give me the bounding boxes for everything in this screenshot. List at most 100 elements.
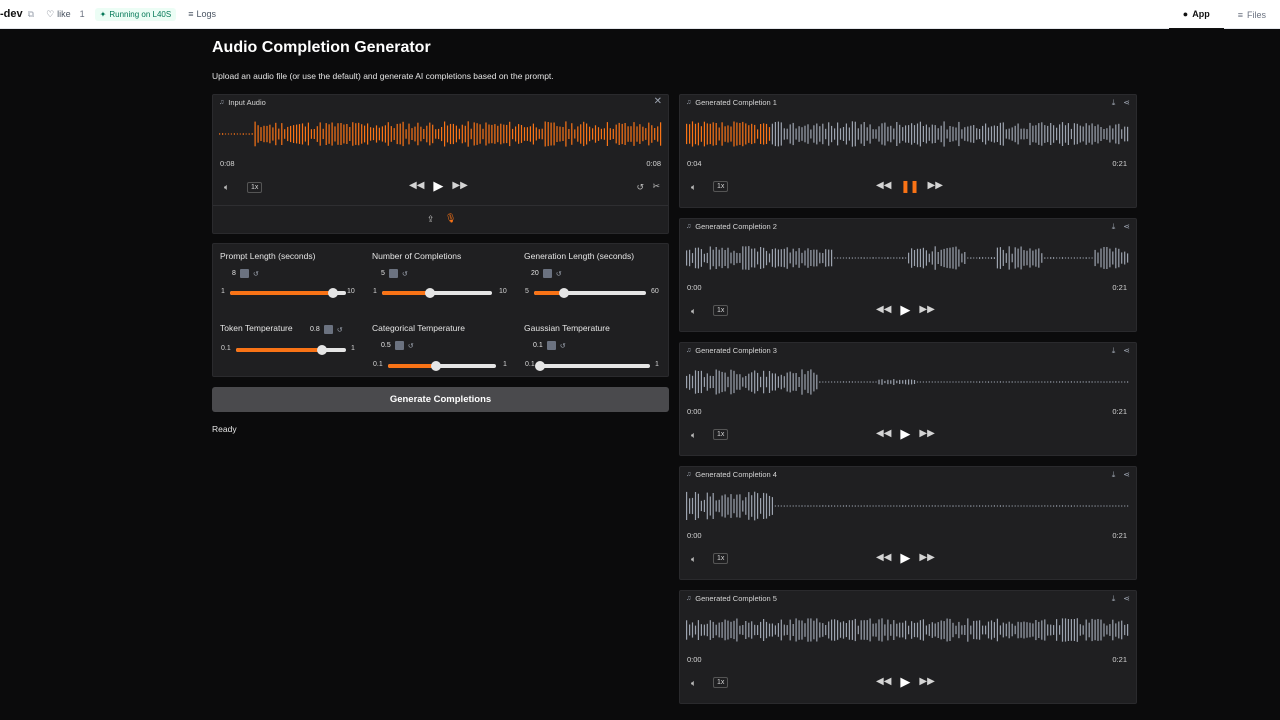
volume-icon[interactable]: 🔈︎ <box>691 430 696 441</box>
wave-bar <box>943 381 945 383</box>
share-icon[interactable]: ⋖ <box>1123 470 1130 480</box>
close-icon[interactable]: ✕ <box>654 96 662 107</box>
download-icon[interactable]: ⤓ <box>1112 594 1116 604</box>
logs-link[interactable]: ≡ Logs <box>188 9 216 19</box>
like-button[interactable]: ♡ like <box>46 9 71 20</box>
stepper-icon[interactable] <box>323 325 333 334</box>
repo-name[interactable]: -dev <box>0 8 23 20</box>
play-icon[interactable]: ▶ <box>900 303 910 316</box>
stepper-icon[interactable] <box>546 341 556 350</box>
stepper-icon[interactable] <box>239 269 249 278</box>
fast-forward-icon[interactable]: ▶▶ <box>919 677 934 687</box>
volume-icon[interactable]: 🔈︎ <box>691 554 696 565</box>
slider-number-input[interactable]: 0.1 ↺ <box>533 341 566 350</box>
slider-thumb[interactable] <box>316 345 327 355</box>
slider-value[interactable]: 0.1 <box>533 342 543 349</box>
slider-track[interactable] <box>236 345 346 355</box>
download-icon[interactable]: ⤓ <box>1112 470 1116 480</box>
slider-number-input[interactable]: 20 ↺ <box>531 269 562 278</box>
stepper-icon[interactable] <box>388 269 398 278</box>
upload-icon[interactable]: ⇪ <box>427 214 435 225</box>
reset-icon[interactable]: ↺ <box>408 342 414 350</box>
reset-icon[interactable]: ↺ <box>556 270 562 278</box>
fast-forward-icon[interactable]: ▶▶ <box>919 429 934 439</box>
wave-bar <box>854 121 856 147</box>
share-icon[interactable]: ⋖ <box>1123 98 1130 108</box>
slider-value[interactable]: 20 <box>531 270 539 277</box>
completion-speed-button[interactable]: 1x <box>713 305 729 316</box>
share-icon[interactable]: ⋖ <box>1123 594 1130 604</box>
reset-icon[interactable]: ↺ <box>337 326 343 334</box>
app-icon: ● <box>1182 9 1189 19</box>
rewind-icon[interactable]: ◀◀ <box>409 181 424 191</box>
share-icon[interactable]: ⋖ <box>1123 346 1130 356</box>
rewind-icon[interactable]: ◀◀ <box>876 677 891 687</box>
tab-app[interactable]: ● App <box>1168 0 1224 29</box>
volume-icon[interactable]: 🔈︎ <box>691 182 696 193</box>
completion-waveform[interactable] <box>686 613 1130 647</box>
volume-icon[interactable]: 🔈︎ <box>691 678 696 689</box>
microphone-icon[interactable]: 🎙︎ <box>445 213 456 224</box>
download-icon[interactable]: ⤓ <box>1112 346 1116 356</box>
completion-speed-button[interactable]: 1x <box>713 181 729 192</box>
play-icon[interactable]: ▶ <box>900 675 910 688</box>
fast-forward-icon[interactable]: ▶▶ <box>452 181 467 191</box>
slider-number-input[interactable]: 0.5 ↺ <box>381 341 414 350</box>
slider-track[interactable] <box>535 361 650 371</box>
slider-track[interactable] <box>230 288 346 298</box>
volume-icon[interactable]: 🔈︎ <box>224 182 229 193</box>
rewind-icon[interactable]: ◀◀ <box>876 181 891 191</box>
fast-forward-icon[interactable]: ▶▶ <box>919 305 934 315</box>
play-icon[interactable]: ▶ <box>900 427 910 440</box>
copy-icon[interactable]: ⧉ <box>28 9 34 20</box>
tab-files[interactable]: ≡ Files <box>1224 0 1280 29</box>
slider-track[interactable] <box>388 361 496 371</box>
slider-value[interactable]: 0.8 <box>310 326 320 333</box>
pause-icon[interactable]: ❚❚ <box>900 180 919 192</box>
input-speed-button[interactable]: 1x <box>247 182 263 193</box>
completion-speed-button[interactable]: 1x <box>713 429 729 440</box>
download-icon[interactable]: ⤓ <box>1112 98 1116 108</box>
rewind-icon[interactable]: ◀◀ <box>876 553 891 563</box>
completion-waveform[interactable] <box>686 117 1130 151</box>
scissors-icon[interactable]: ✂ <box>652 181 660 192</box>
slider-number-input[interactable]: 8 ↺ <box>232 269 259 278</box>
slider-number-input[interactable]: 0.8 ↺ <box>310 325 343 334</box>
download-icon[interactable]: ⤓ <box>1112 222 1116 232</box>
completion-speed-button[interactable]: 1x <box>713 677 729 688</box>
slider-value[interactable]: 8 <box>232 270 236 277</box>
input-waveform[interactable] <box>219 117 663 151</box>
share-icon[interactable]: ⋖ <box>1123 222 1130 232</box>
rewind-icon[interactable]: ◀◀ <box>876 305 891 315</box>
fast-forward-icon[interactable]: ▶▶ <box>919 553 934 563</box>
slider-number-input[interactable]: 5 ↺ <box>381 269 408 278</box>
wave-bar <box>390 126 392 142</box>
stepper-icon[interactable] <box>394 341 404 350</box>
wave-bar <box>334 126 336 142</box>
volume-icon[interactable]: 🔈︎ <box>691 306 696 317</box>
fast-forward-icon[interactable]: ▶▶ <box>928 181 943 191</box>
slider-track[interactable] <box>534 288 646 298</box>
rewind-icon[interactable]: ◀◀ <box>876 429 891 439</box>
play-icon[interactable]: ▶ <box>433 179 443 192</box>
wave-bar <box>1044 257 1046 259</box>
generate-completions-button[interactable]: Generate Completions <box>212 387 669 412</box>
stepper-icon[interactable] <box>542 269 552 278</box>
reset-icon[interactable]: ↺ <box>253 270 259 278</box>
reset-icon[interactable]: ↺ <box>402 270 408 278</box>
slider-track[interactable] <box>382 288 492 298</box>
slider-thumb[interactable] <box>535 361 545 371</box>
completion-waveform[interactable] <box>686 489 1130 523</box>
completion-speed-button[interactable]: 1x <box>713 553 729 564</box>
completion-waveform[interactable] <box>686 365 1130 399</box>
play-icon[interactable]: ▶ <box>900 551 910 564</box>
running-badge[interactable]: ✦ Running on L40S <box>94 7 177 21</box>
undo-icon[interactable]: ↺ <box>636 182 644 193</box>
reset-icon[interactable]: ↺ <box>560 342 566 350</box>
wave-bar <box>1112 251 1114 265</box>
wave-bar <box>789 252 791 264</box>
completion-waveform[interactable] <box>686 241 1130 275</box>
slider-value[interactable]: 0.5 <box>381 342 391 349</box>
slider-thumb[interactable] <box>430 361 441 371</box>
slider-value[interactable]: 5 <box>381 270 385 277</box>
